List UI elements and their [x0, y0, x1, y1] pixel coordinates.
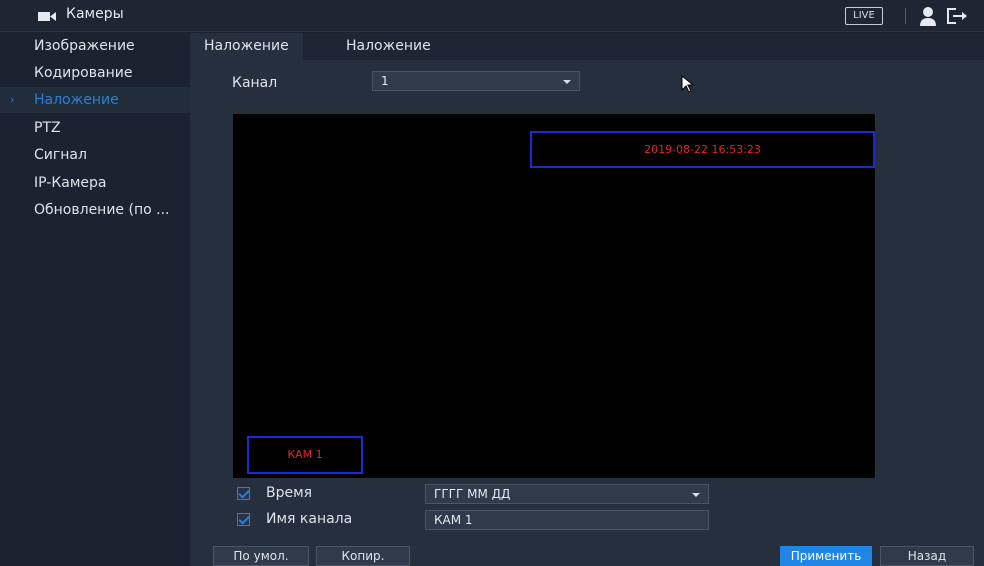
- top-bar: Камеры LIVE: [0, 0, 984, 32]
- sidebar-item-overlay[interactable]: › Наложение: [0, 87, 190, 113]
- tab-bar: Наложение Наложение: [190, 33, 984, 60]
- back-button[interactable]: Назад: [880, 546, 974, 566]
- sidebar: Изображение Кодирование › Наложение PTZ …: [0, 33, 190, 566]
- chevron-down-icon: [692, 493, 700, 497]
- user-icon[interactable]: [919, 6, 937, 26]
- sidebar-item-label: Обновление (по ...: [34, 202, 170, 218]
- sidebar-item-label: Изображение: [34, 38, 135, 54]
- sidebar-item-ip-camera[interactable]: IP-Камера: [0, 170, 190, 196]
- channel-name-input[interactable]: КАМ 1: [425, 510, 709, 530]
- copy-button[interactable]: Копир.: [316, 546, 410, 566]
- tab-overlay[interactable]: Наложение: [190, 33, 303, 60]
- video-preview[interactable]: 2019-08-22 16:53:23 КАМ 1: [233, 114, 875, 478]
- sidebar-item-label: Сигнал: [34, 147, 87, 163]
- mouse-cursor-icon: [681, 75, 695, 93]
- chevron-right-icon: ›: [10, 93, 15, 106]
- channel-label: Канал: [232, 75, 278, 91]
- time-overlay-box[interactable]: 2019-08-22 16:53:23: [530, 131, 875, 168]
- time-format-select[interactable]: ГГГГ ММ ДД: [425, 484, 709, 504]
- tab-overlay-2[interactable]: Наложение: [332, 33, 445, 60]
- sidebar-item-ptz[interactable]: PTZ: [0, 115, 190, 141]
- apply-button[interactable]: Применить: [780, 546, 872, 566]
- sidebar-item-encoding[interactable]: Кодирование: [0, 60, 190, 86]
- sidebar-item-image[interactable]: Изображение: [0, 33, 190, 59]
- time-checkbox[interactable]: [237, 487, 250, 500]
- channel-select[interactable]: 1: [372, 71, 580, 91]
- channel-name-overlay-box[interactable]: КАМ 1: [247, 436, 363, 474]
- sidebar-item-signal[interactable]: Сигнал: [0, 142, 190, 168]
- default-button[interactable]: По умол.: [213, 546, 309, 566]
- channel-select-value: 1: [381, 74, 389, 88]
- channel-name-label: Имя канала: [266, 511, 353, 527]
- sidebar-item-label: Наложение: [34, 92, 119, 108]
- time-format-value: ГГГГ ММ ДД: [434, 487, 511, 501]
- camera-icon: [38, 12, 56, 21]
- chevron-down-icon: [563, 80, 571, 84]
- page-title: Камеры: [66, 6, 124, 22]
- logout-icon[interactable]: [946, 7, 968, 25]
- live-button[interactable]: LIVE: [845, 7, 883, 25]
- sidebar-item-label: PTZ: [34, 120, 61, 136]
- channel-name-checkbox[interactable]: [237, 513, 250, 526]
- sidebar-item-update[interactable]: Обновление (по ...: [0, 197, 190, 223]
- sidebar-item-label: IP-Камера: [34, 175, 107, 191]
- toolbar-divider: [905, 8, 906, 24]
- sidebar-item-label: Кодирование: [34, 65, 133, 81]
- time-label: Время: [266, 485, 313, 501]
